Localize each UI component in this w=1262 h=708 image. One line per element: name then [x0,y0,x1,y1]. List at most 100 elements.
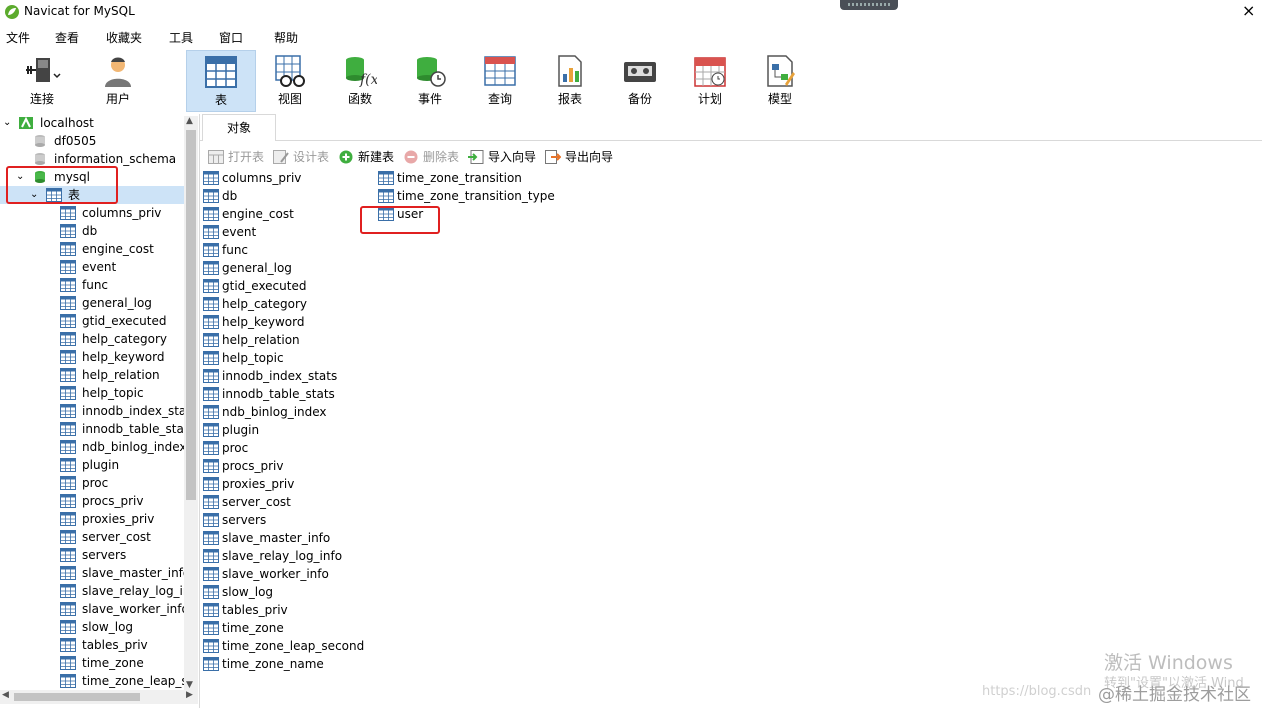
table-icon [60,674,76,688]
tree-node-localhost[interactable]: ⌄ localhost [0,114,184,132]
tree-table-label: event [82,260,117,274]
object-table-label: time_zone_name [222,657,324,671]
tree-table-item[interactable]: ndb_binlog_index [0,438,187,456]
tree-table-item[interactable]: general_log [0,294,184,312]
object-table-label: procs_priv [222,459,284,473]
toolbar-connect-button[interactable]: 连接 [8,50,76,110]
tree-table-item[interactable]: help_keyword [0,348,184,366]
sidebar-horizontal-scrollbar[interactable]: ◀ ▶ [0,690,198,704]
scroll-down-arrow-icon[interactable]: ▼ [186,680,193,690]
import-wizard-label: 导入向导 [488,150,537,164]
table-icon [203,387,219,401]
tree-table-label: help_relation [82,368,160,382]
menu-tools[interactable]: 工具 [169,29,193,46]
toolbar-view-button[interactable]: 视图 [256,50,324,110]
menu-help[interactable]: 帮助 [274,29,298,46]
tree-table-item[interactable]: proc [0,474,184,492]
tree-table-item[interactable]: time_zone [0,654,184,672]
tree-table-item[interactable]: tables_priv [0,636,184,654]
tree-table-item[interactable]: proxies_priv [0,510,184,528]
table-icon [205,56,237,88]
table-icon [60,224,76,238]
table-icon [203,621,219,635]
toolbar-report-button[interactable]: 报表 [536,50,604,110]
object-table-label: help_keyword [222,315,305,329]
toolbar-table-button[interactable]: 表 [186,50,256,112]
tree-table-label: servers [82,548,127,562]
scroll-left-arrow-icon[interactable]: ◀ [2,690,9,700]
tree-table-label: time_zone_leap_se [82,674,196,688]
tree-table-item[interactable]: plugin [0,456,184,474]
table-icon [60,602,76,616]
tree-table-item[interactable]: server_cost [0,528,184,546]
calendar-icon [694,57,726,87]
menu-favorites[interactable]: 收藏夹 [106,29,142,46]
object-table-label: time_zone_leap_second [222,639,365,653]
toolbar-model-button[interactable]: 模型 [746,50,814,110]
tree-table-item[interactable]: event [0,258,184,276]
toolbar-user-button[interactable]: 用户 [84,50,152,110]
table-icon [60,638,76,652]
window-close-button[interactable]: × [1242,3,1255,19]
menu-window[interactable]: 窗口 [219,29,243,46]
tree-table-item[interactable]: help_relation [0,366,184,384]
tree-node-df0505[interactable]: df0505 [0,132,184,150]
table-icon [60,332,76,346]
tree-table-item[interactable]: slave_master_info [0,564,190,582]
tree-table-label: slave_relay_log_in [82,584,191,598]
object-table-label: time_zone_transition_type [397,189,555,203]
toolbar-schedule-button[interactable]: 计划 [676,50,744,110]
tree-table-item[interactable]: func [0,276,184,294]
scroll-thumb[interactable] [14,693,140,701]
tree-table-label: ndb_binlog_index [82,440,187,454]
tree-table-item[interactable]: columns_priv [0,204,184,222]
tree-table-item[interactable]: engine_cost [0,240,184,258]
table-icon [203,333,219,347]
tree-table-label: general_log [82,296,152,310]
sidebar-vertical-scrollbar[interactable]: ▲ ▼ [184,116,198,690]
window-drag-grip[interactable] [840,0,898,10]
scroll-thumb[interactable] [186,130,196,500]
tree-table-item[interactable]: help_category [0,330,184,348]
table-icon [378,171,394,185]
toolbar-schedule-label: 计划 [697,92,722,106]
toolbar-query-button[interactable]: 查询 [466,50,534,110]
object-table-label: engine_cost [222,207,294,221]
tree-table-item[interactable]: slave_worker_info [0,600,189,618]
tree-table-item[interactable]: innodb_index_stat [0,402,191,420]
menu-file[interactable]: 文件 [6,29,30,46]
tree-table-item[interactable]: db [0,222,184,240]
tree-table-item[interactable]: help_topic [0,384,184,402]
tree-table-item[interactable]: servers [0,546,184,564]
toolbar-view-label: 视图 [277,92,302,106]
connection-icon [19,116,33,129]
tree-table-item[interactable]: time_zone_leap_se [0,672,195,690]
svg-text:f(x): f(x) [359,72,377,88]
table-icon [203,477,219,491]
table-icon [60,260,76,274]
table-icon [203,243,219,257]
tree-table-item[interactable]: slave_relay_log_in [0,582,191,600]
menu-view[interactable]: 查看 [55,29,79,46]
tree-table-label: db [82,224,98,238]
table-icon [60,422,76,436]
scroll-right-arrow-icon[interactable]: ▶ [186,690,193,700]
tree-table-item[interactable]: gtid_executed [0,312,184,330]
toolbar-function-button[interactable]: f(x) 函数 [326,50,394,110]
table-icon [203,441,219,455]
table-icon [60,530,76,544]
table-icon [203,639,219,653]
table-icon [203,423,219,437]
tree-table-label: slow_log [82,620,134,634]
tab-objects[interactable]: 对象 [202,114,276,141]
tree-table-item[interactable]: slow_log [0,618,184,636]
toolbar-backup-button[interactable]: 备份 [606,50,674,110]
toolbar-event-button[interactable]: 事件 [396,50,464,110]
tree-table-item[interactable]: procs_priv [0,492,184,510]
table-icon [203,603,219,617]
collapse-arrow-icon[interactable]: ⌄ [3,114,11,132]
table-icon [203,369,219,383]
scroll-up-arrow-icon[interactable]: ▲ [186,116,193,126]
tree-table-item[interactable]: innodb_table_stat [0,420,189,438]
table-icon [378,189,394,203]
